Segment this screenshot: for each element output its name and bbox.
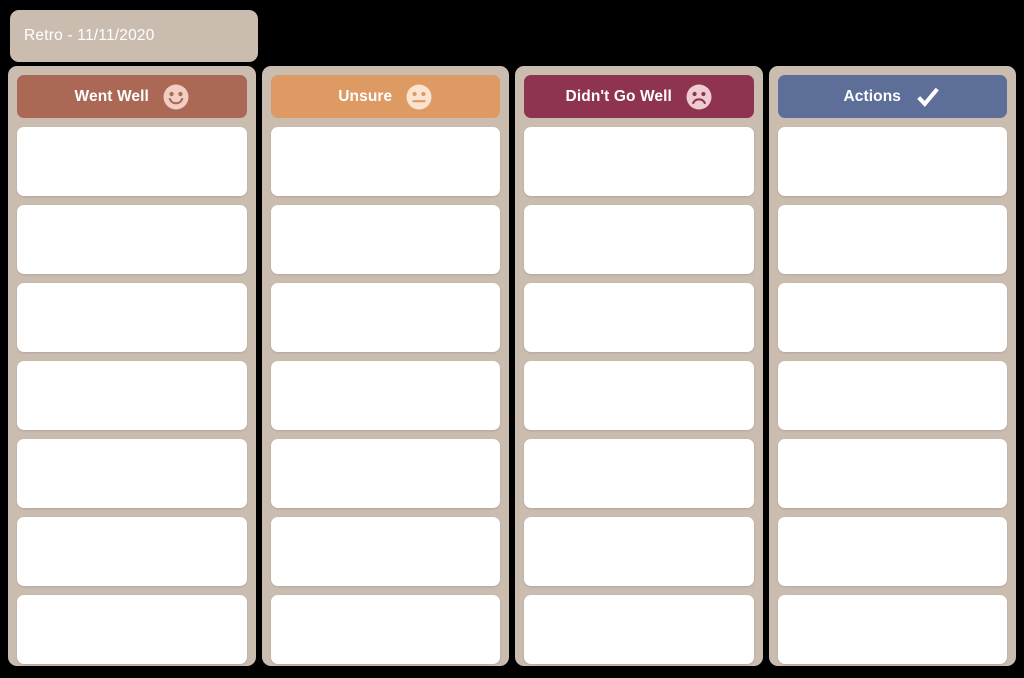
page-title: Retro - 11/11/2020 (24, 27, 155, 44)
sad-face-icon (686, 84, 712, 110)
card[interactable] (17, 439, 247, 508)
card[interactable] (777, 283, 1007, 352)
column-actions: Actions (768, 66, 1016, 666)
card[interactable] (270, 283, 500, 352)
card[interactable] (524, 361, 754, 430)
card[interactable] (17, 595, 247, 664)
neutral-face-icon (406, 84, 432, 110)
column-unsure: Unsure (261, 66, 509, 666)
card[interactable] (777, 205, 1007, 274)
card[interactable] (524, 595, 754, 664)
card[interactable] (17, 517, 247, 586)
column-title-went-well: Went Well (74, 87, 149, 105)
card[interactable] (17, 127, 247, 196)
card[interactable] (777, 361, 1007, 430)
column-header-didnt-go-well[interactable]: Didn't Go Well (524, 75, 754, 118)
card[interactable] (777, 439, 1007, 508)
card[interactable] (524, 127, 754, 196)
column-header-actions[interactable]: Actions (777, 75, 1007, 118)
card[interactable] (17, 283, 247, 352)
card[interactable] (777, 595, 1007, 664)
card[interactable] (270, 127, 500, 196)
card[interactable] (270, 361, 500, 430)
card[interactable] (17, 205, 247, 274)
column-went-well: Went Well (8, 66, 256, 666)
retro-board: Went Well Unsure Didn't Go Well Actions (0, 66, 1024, 666)
card[interactable] (17, 361, 247, 430)
card[interactable] (524, 205, 754, 274)
card[interactable] (524, 283, 754, 352)
board-title-tab[interactable]: Retro - 11/11/2020 (10, 10, 258, 62)
card[interactable] (524, 517, 754, 586)
card[interactable] (270, 439, 500, 508)
card[interactable] (777, 517, 1007, 586)
column-header-unsure[interactable]: Unsure (270, 75, 500, 118)
column-title-unsure: Unsure (338, 87, 393, 105)
card[interactable] (270, 205, 500, 274)
card[interactable] (524, 439, 754, 508)
card[interactable] (777, 127, 1007, 196)
card[interactable] (270, 517, 500, 586)
column-title-didnt-go-well: Didn't Go Well (565, 87, 672, 105)
column-header-went-well[interactable]: Went Well (17, 75, 247, 118)
column-title-actions: Actions (843, 87, 902, 105)
column-didnt-go-well: Didn't Go Well (515, 66, 763, 666)
card[interactable] (270, 595, 500, 664)
checkmark-icon (915, 84, 941, 110)
smiley-face-icon (163, 84, 189, 110)
